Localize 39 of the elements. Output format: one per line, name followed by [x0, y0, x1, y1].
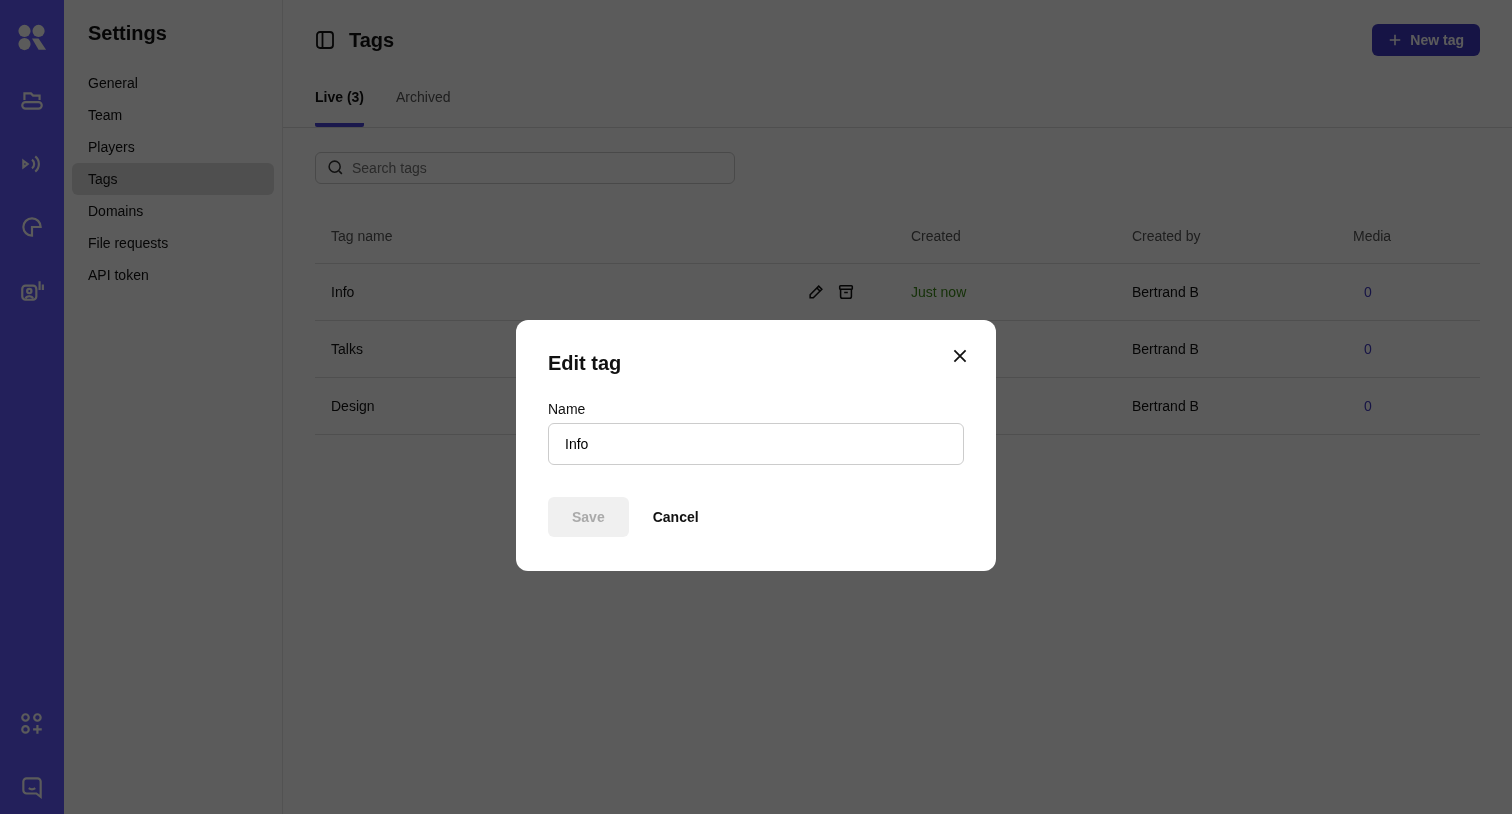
created-by-cell-text: Bertrand B [1132, 341, 1200, 357]
sidebar-item[interactable]: File requests [72, 227, 274, 259]
dialog-title: Edit tag [548, 352, 622, 375]
sidebar-title: Settings [87, 22, 168, 46]
sidebar-toggle-icon[interactable] [315, 30, 335, 50]
created-cell: Just now [911, 284, 967, 300]
created-by-cell-text: Bertrand B [1132, 284, 1200, 300]
close-icon[interactable] [952, 348, 968, 364]
archive-icon[interactable] [837, 283, 855, 301]
sidebar-item[interactable]: API token [72, 259, 274, 291]
tag-name-cell: Info [331, 284, 355, 300]
tab[interactable]: Archived [396, 89, 451, 127]
page-title: Tags [349, 28, 395, 52]
column-header: Media [1353, 227, 1393, 244]
created-by-cell-text: Bertrand B [1132, 398, 1200, 414]
apps-add-icon[interactable] [19, 711, 45, 737]
new-tag-button[interactable]: New tag [1372, 24, 1480, 56]
field-label: Name [548, 401, 587, 417]
tag-name-cell: Talks [331, 341, 363, 357]
tab[interactable]: Live (3) [315, 89, 364, 127]
sidebar-item[interactable]: Team [72, 99, 274, 131]
chat-icon[interactable] [19, 774, 45, 800]
sidebar-item[interactable]: Domains [72, 195, 274, 227]
pie-chart-icon[interactable] [19, 214, 45, 240]
logo-icon[interactable] [17, 24, 47, 51]
column-header: Created [911, 227, 962, 244]
edit-icon[interactable] [807, 283, 825, 301]
column-header: Tag name [331, 227, 394, 244]
column-header: Created by [1132, 227, 1202, 244]
media-count-link[interactable]: 0 [1364, 341, 1372, 357]
media-count-link[interactable]: 0 [1364, 284, 1372, 300]
sidebar-item[interactable]: Players [72, 131, 274, 163]
tag-name-cell: Design [331, 398, 375, 414]
sidebar-item[interactable]: General [72, 67, 274, 99]
plus-icon [1388, 33, 1403, 47]
media-count-link[interactable]: 0 [1364, 398, 1372, 414]
sidebar-item[interactable]: Tags [72, 163, 274, 195]
cancel-button[interactable]: Cancel [636, 497, 715, 537]
name-input-field[interactable]: Info [548, 423, 964, 465]
